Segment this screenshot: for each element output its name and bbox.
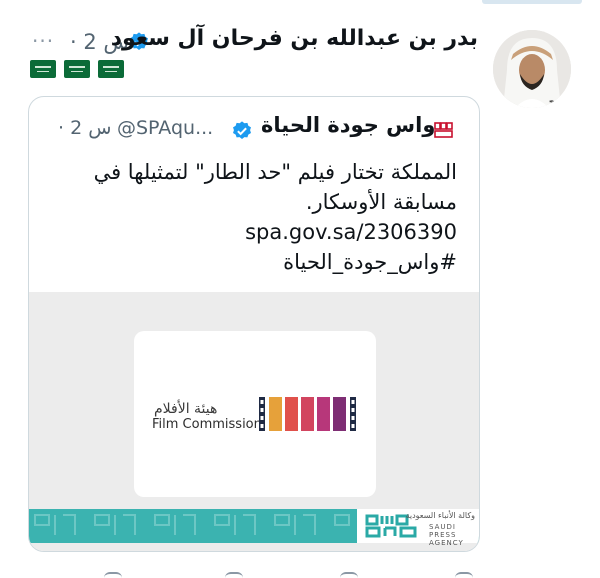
quoted-tweet-link[interactable]: spa.gov.sa/2306390 <box>47 217 457 247</box>
film-commission-wordmark: هيئة الأفلام Film Commission <box>152 401 262 432</box>
tweet-author-name[interactable]: بدر بن عبدالله بن فرحان آل سعود <box>111 26 478 51</box>
spa-banner-arabic: وكالة الأنباء السعودية <box>405 511 475 520</box>
spa-avatar-icon[interactable] <box>434 122 453 138</box>
spa-banner: وكالة الأنباء السعودية SAUDI PRESS AGENC… <box>29 509 479 547</box>
top-accent-bar <box>482 0 582 4</box>
film-commission-card: هيئة الأفلام Film Commission <box>134 331 376 497</box>
spa-banner-logo-area: وكالة الأنباء السعودية SAUDI PRESS AGENC… <box>357 509 479 547</box>
quoted-tweet-card[interactable]: · 2 س @SPAqu... واس جودة الحياة المملكة … <box>28 96 480 552</box>
retweet-icon[interactable] <box>340 572 358 578</box>
flag-emoji-row <box>30 60 124 78</box>
svg-text:✒: ✒ <box>549 98 555 106</box>
like-icon[interactable] <box>225 572 243 578</box>
quoted-tweet-text: المملكة تختار فيلم "حد الطار" لتمثيلها ف… <box>47 157 457 277</box>
reply-icon[interactable] <box>455 572 473 578</box>
quoted-tweet-text-line: مسابقة الأوسكار. <box>305 190 457 214</box>
quoted-tweet-text-line: المملكة تختار فيلم "حد الطار" لتمثيلها ف… <box>93 160 457 184</box>
more-options-icon[interactable]: ··· <box>32 29 54 53</box>
saudi-flag-icon <box>64 60 90 78</box>
film-strip-logo-icon <box>259 397 356 431</box>
quoted-tweet-hashtag[interactable]: #واس_جودة_الحياة <box>47 247 457 277</box>
film-commission-english: Film Commission <box>152 417 262 432</box>
saudi-flag-icon <box>30 60 56 78</box>
quoted-tweet-time[interactable]: · 2 س <box>58 117 111 139</box>
avatar[interactable]: ✒ <box>493 30 571 108</box>
film-commission-arabic: هيئة الأفلام <box>154 401 218 417</box>
saudi-flag-icon <box>98 60 124 78</box>
share-icon[interactable] <box>104 572 122 578</box>
spa-pattern-decoration <box>34 514 350 535</box>
verified-badge-icon <box>231 120 253 142</box>
tweet-action-row <box>0 572 600 578</box>
spa-banner-english: SAUDI PRESS AGENCY <box>429 523 464 547</box>
quoted-tweet-author-name[interactable]: واس جودة الحياة <box>261 113 435 137</box>
quoted-tweet-handle[interactable]: @SPAqu... <box>117 117 213 139</box>
quoted-tweet-media[interactable]: هيئة الأفلام Film Commission وكالة الأنب… <box>29 292 479 551</box>
